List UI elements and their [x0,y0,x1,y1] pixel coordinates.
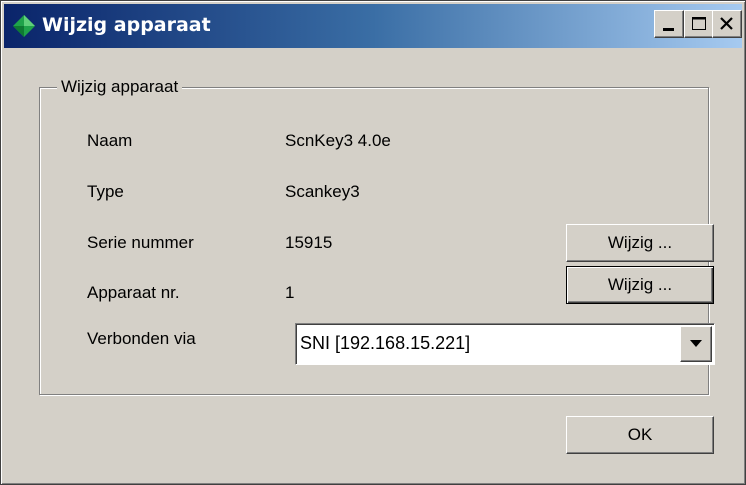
type-label: Type [87,182,124,201]
connection-select[interactable]: SNI [192.168.15.221] [295,323,715,365]
title-bar[interactable]: Wijzig apparaat [4,4,742,48]
connection-dropdown-button[interactable] [680,326,712,362]
ok-button[interactable]: OK [566,416,714,454]
name-label: Naam [87,131,133,150]
change-serial-button[interactable]: Wijzig ... [566,224,714,262]
change-device-number-button[interactable]: Wijzig ... [566,266,714,304]
device-number-value: 1 [285,283,295,302]
name-value: ScnKey3 4.0e [285,131,391,150]
close-button[interactable] [712,10,742,38]
device-number-label: Apparaat nr. [87,283,180,302]
maximize-icon [692,17,706,30]
dialog-window: Wijzig apparaat Wijzig apparaat Naam Scn… [0,0,746,485]
connection-select-value: SNI [192.168.15.221] [300,333,471,353]
minimize-button[interactable] [654,10,684,38]
serial-number-value: 15915 [285,233,333,252]
maximize-button[interactable] [684,10,714,38]
chevron-down-icon [690,340,702,347]
window-title: Wijzig apparaat [42,14,211,36]
minimize-icon [663,28,674,31]
green-diamond-icon [13,15,35,37]
connection-label: Verbonden via [87,329,196,348]
close-icon [720,17,733,30]
groupbox-legend: Wijzig apparaat [57,77,183,97]
serial-number-label: Serie nummer [87,233,194,252]
type-value: Scankey3 [285,182,360,201]
